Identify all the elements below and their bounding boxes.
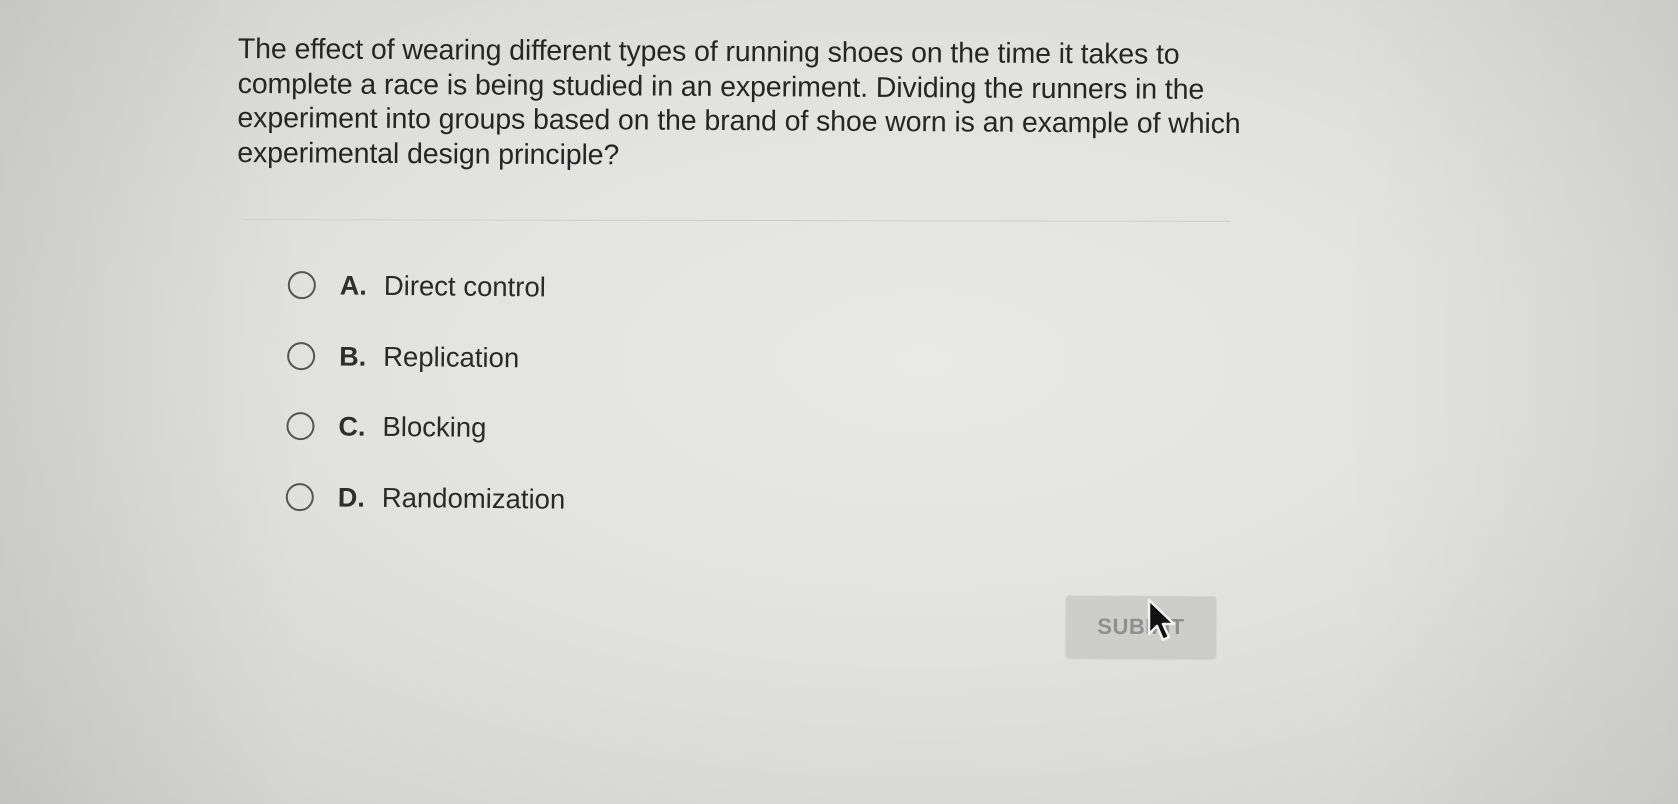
question-text: The effect of wearing different types of…: [237, 32, 1241, 171]
divider: [243, 219, 1231, 222]
radio-unchecked-icon[interactable]: [285, 482, 314, 511]
option-a[interactable]: A. Direct control: [287, 268, 988, 345]
radio-unchecked-icon[interactable]: [286, 411, 315, 441]
option-d[interactable]: D. Randomization: [285, 479, 986, 556]
option-label[interactable]: Randomization: [382, 480, 566, 516]
option-c[interactable]: C. Blocking: [286, 409, 987, 486]
option-label[interactable]: Blocking: [382, 410, 486, 445]
option-label[interactable]: Direct control: [384, 269, 546, 305]
option-letter: C.: [338, 411, 366, 442]
option-label[interactable]: Replication: [383, 339, 519, 374]
option-b[interactable]: B. Replication: [287, 338, 988, 415]
mouse-pointer-icon: [1147, 598, 1176, 642]
answer-options: A. Direct control B. Replication C. Bloc…: [285, 268, 988, 557]
radio-unchecked-icon[interactable]: [287, 270, 316, 300]
option-letter: B.: [339, 340, 367, 372]
option-letter: A.: [339, 270, 367, 301]
radio-unchecked-icon[interactable]: [287, 341, 316, 370]
option-letter: D.: [337, 481, 365, 513]
submit-button[interactable]: SUBMIT: [1065, 595, 1217, 659]
